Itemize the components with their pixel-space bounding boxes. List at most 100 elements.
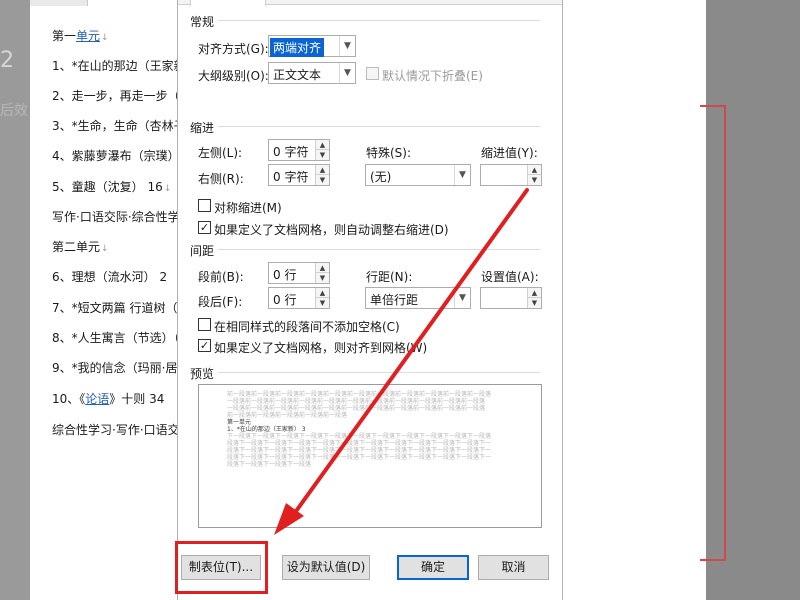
document-faded-text: 后效 <box>0 103 28 119</box>
document-line[interactable]: 1、*在山的那边（王家新 <box>52 57 186 74</box>
preview-panel: 前一段落前一段落前一段落前一段落前一段落前一段落前一段落前一段落前一段落前一段落… <box>198 384 542 528</box>
alignment-label: 对齐方式(G): <box>198 42 269 56</box>
document-left-margin <box>0 0 30 600</box>
spin-up-icon[interactable]: ▲ <box>316 263 329 273</box>
spin-up-icon[interactable]: ▲ <box>316 140 329 150</box>
tabs-button-highlight <box>175 541 268 594</box>
indent-by-label: 缩进值(Y): <box>481 146 538 160</box>
preview-previous-paragraph: 一段落前一段落前一段落前一段落前一段落前一段落前一段落前一段落前一段落前一段落前… <box>227 398 486 405</box>
alignment-dropdown[interactable]: 两端对齐 ▼ <box>268 35 356 57</box>
no-space-same-style-label: 在相同样式的段落间不添加空格(C) <box>214 320 400 334</box>
collapse-label: 默认情况下折叠(E) <box>382 69 483 83</box>
indent-section-title: 缩进 <box>190 121 215 135</box>
spin-down-icon[interactable]: ▼ <box>316 273 329 283</box>
spacing-section-title: 间距 <box>190 244 215 258</box>
set-as-default-button[interactable]: 设为默认值(D) <box>282 555 370 580</box>
document-line[interactable]: 10、《论语》十则 34 <box>52 390 164 407</box>
document-line[interactable]: 3、*生命，生命（杏林子 <box>52 117 186 134</box>
space-before-spinner[interactable]: 0 行 ▲ ▼ <box>268 262 330 284</box>
section-divider <box>218 126 540 127</box>
preview-current-paragraph: 1、*在山的那边（王家新） 3 <box>227 426 306 433</box>
document-line[interactable]: 4、紫藤萝瀑布（宗璞） <box>52 147 180 164</box>
general-section-title: 常规 <box>190 15 215 29</box>
document-line[interactable]: 2、走一步，再走一步（ <box>52 87 180 104</box>
document-line[interactable]: 第二单元↓ <box>52 238 109 255</box>
paragraph-mark: ↓ <box>101 33 109 43</box>
preview-section-title: 预览 <box>190 367 215 381</box>
document-line[interactable]: 写作·口语交际·综合性学 <box>52 208 180 225</box>
document-line[interactable]: 综合性学习·写作·口语交 <box>52 421 180 438</box>
line-spacing-at-label: 设置值(A): <box>481 270 539 284</box>
document-link[interactable]: 单元 <box>76 29 100 43</box>
document-line[interactable]: 第一单元↓ <box>52 27 109 44</box>
spin-down-icon[interactable]: ▼ <box>528 298 541 308</box>
right-indent-label: 右侧(R): <box>198 172 244 186</box>
spin-up-icon[interactable]: ▲ <box>316 288 329 298</box>
auto-adjust-checkbox[interactable]: ✓ <box>198 221 211 234</box>
spin-down-icon[interactable]: ▼ <box>316 298 329 308</box>
document-line[interactable]: 9、*我的信念（玛丽·居里 <box>52 359 189 376</box>
snap-to-grid-label: 如果定义了文档网格，则对齐到网格(W) <box>214 341 428 355</box>
right-indent-value: 0 字符 <box>273 170 309 184</box>
space-after-label: 段后(F): <box>198 295 243 309</box>
snap-to-grid-checkbox[interactable]: ✓ <box>198 339 211 352</box>
preview-next-paragraph: 段落下一段落下一段落下一段落下一段落下一段落下一段落下一段落下一段落下一段落下一… <box>227 447 492 454</box>
document-line[interactable]: 5、童趣（沈复） 16↓ <box>52 178 171 195</box>
space-before-label: 段前(B): <box>198 270 244 284</box>
outline-level-label: 大纲级别(O): <box>198 69 269 83</box>
preview-next-paragraph: 段落下一段落下一段落下一段落 <box>227 461 312 468</box>
line-spacing-dropdown[interactable]: 单倍行距 ▼ <box>365 287 471 309</box>
document-faded-number: 2 <box>0 48 14 73</box>
indent-by-spinner[interactable]: ▲ ▼ <box>480 164 542 186</box>
paragraph-mark: ↓ <box>163 184 172 194</box>
line-spacing-value: 单倍行距 <box>370 293 419 307</box>
ok-button[interactable]: 确定 <box>397 555 469 580</box>
dialog-tab-indents-spacing[interactable] <box>190 0 266 6</box>
spin-down-icon[interactable]: ▼ <box>316 175 329 185</box>
space-before-value: 0 行 <box>273 268 297 282</box>
preview-next-paragraph: 段落下一段落下一段落下一段落下一段落下一段落下一段落下一段落下一段落下一段落下一… <box>227 440 492 447</box>
document-link[interactable]: 论语 <box>85 392 109 406</box>
chevron-down-icon[interactable]: ▼ <box>454 288 470 308</box>
document-line[interactable]: 8、*人生寓言（节选）（ <box>52 329 180 346</box>
document-line[interactable]: 7、*短文两篇 行道树（ <box>52 299 177 316</box>
collapse-checkbox <box>366 67 379 80</box>
space-after-spinner[interactable]: 0 行 ▲ ▼ <box>268 287 330 309</box>
outline-level-dropdown[interactable]: 正文文本 ▼ <box>268 62 356 84</box>
chevron-down-icon[interactable]: ▼ <box>454 165 470 185</box>
preview-next-paragraph: 下一段落下一段落下一段落下一段落下一段落下一段落下一段落下一段落下一段落下一段落… <box>227 433 492 440</box>
special-indent-dropdown[interactable]: (无) ▼ <box>365 164 471 186</box>
mirror-indents-checkbox[interactable] <box>198 199 211 212</box>
red-highlight-frame <box>700 105 726 561</box>
outline-level-value: 正文文本 <box>273 68 322 82</box>
line-spacing-at-spinner[interactable]: ▲ ▼ <box>480 287 542 309</box>
preview-current-paragraph: 第一单元 <box>227 419 252 426</box>
left-indent-spinner[interactable]: 0 字符 ▲ ▼ <box>268 139 330 161</box>
section-divider <box>218 249 540 250</box>
chevron-down-icon[interactable]: ▼ <box>339 63 355 83</box>
spin-up-icon[interactable]: ▲ <box>528 288 541 298</box>
cancel-button[interactable]: 取消 <box>478 555 549 580</box>
section-divider <box>218 20 540 21</box>
spin-down-icon[interactable]: ▼ <box>528 175 541 185</box>
clipboard-panel-tab[interactable] <box>30 0 88 6</box>
paragraph-mark: ↓ <box>101 244 109 254</box>
preview-previous-paragraph: 一段落前一段落前一段落前一段落前一段落前一段落前一段落前一段落前一段落前一段落前… <box>227 405 486 412</box>
document-line[interactable]: 6、理想（流水河） 2 <box>52 268 167 285</box>
special-indent-value: (无) <box>370 170 392 184</box>
spin-up-icon[interactable]: ▲ <box>528 165 541 175</box>
chevron-down-icon[interactable]: ▼ <box>339 36 355 56</box>
special-indent-label: 特殊(S): <box>366 146 412 160</box>
alignment-value: 两端对齐 <box>270 38 325 57</box>
preview-previous-paragraph: 前一段落前一段落前一段落前一段落前一段落 <box>227 412 348 419</box>
spin-down-icon[interactable]: ▼ <box>316 150 329 160</box>
right-indent-spinner[interactable]: 0 字符 ▲ ▼ <box>268 164 330 186</box>
auto-adjust-label: 如果定义了文档网格，则自动调整右缩进(D) <box>214 223 449 237</box>
mirror-indents-label: 对称缩进(M) <box>214 201 282 215</box>
left-indent-value: 0 字符 <box>273 145 309 159</box>
space-after-value: 0 行 <box>273 293 297 307</box>
preview-next-paragraph: 段落下一段落下一段落下一段落下一段落下一段落下一段落下一段落下一段落下一段落下一… <box>227 454 492 461</box>
no-space-same-style-checkbox[interactable] <box>198 318 211 331</box>
spin-up-icon[interactable]: ▲ <box>316 165 329 175</box>
section-divider <box>218 372 540 373</box>
